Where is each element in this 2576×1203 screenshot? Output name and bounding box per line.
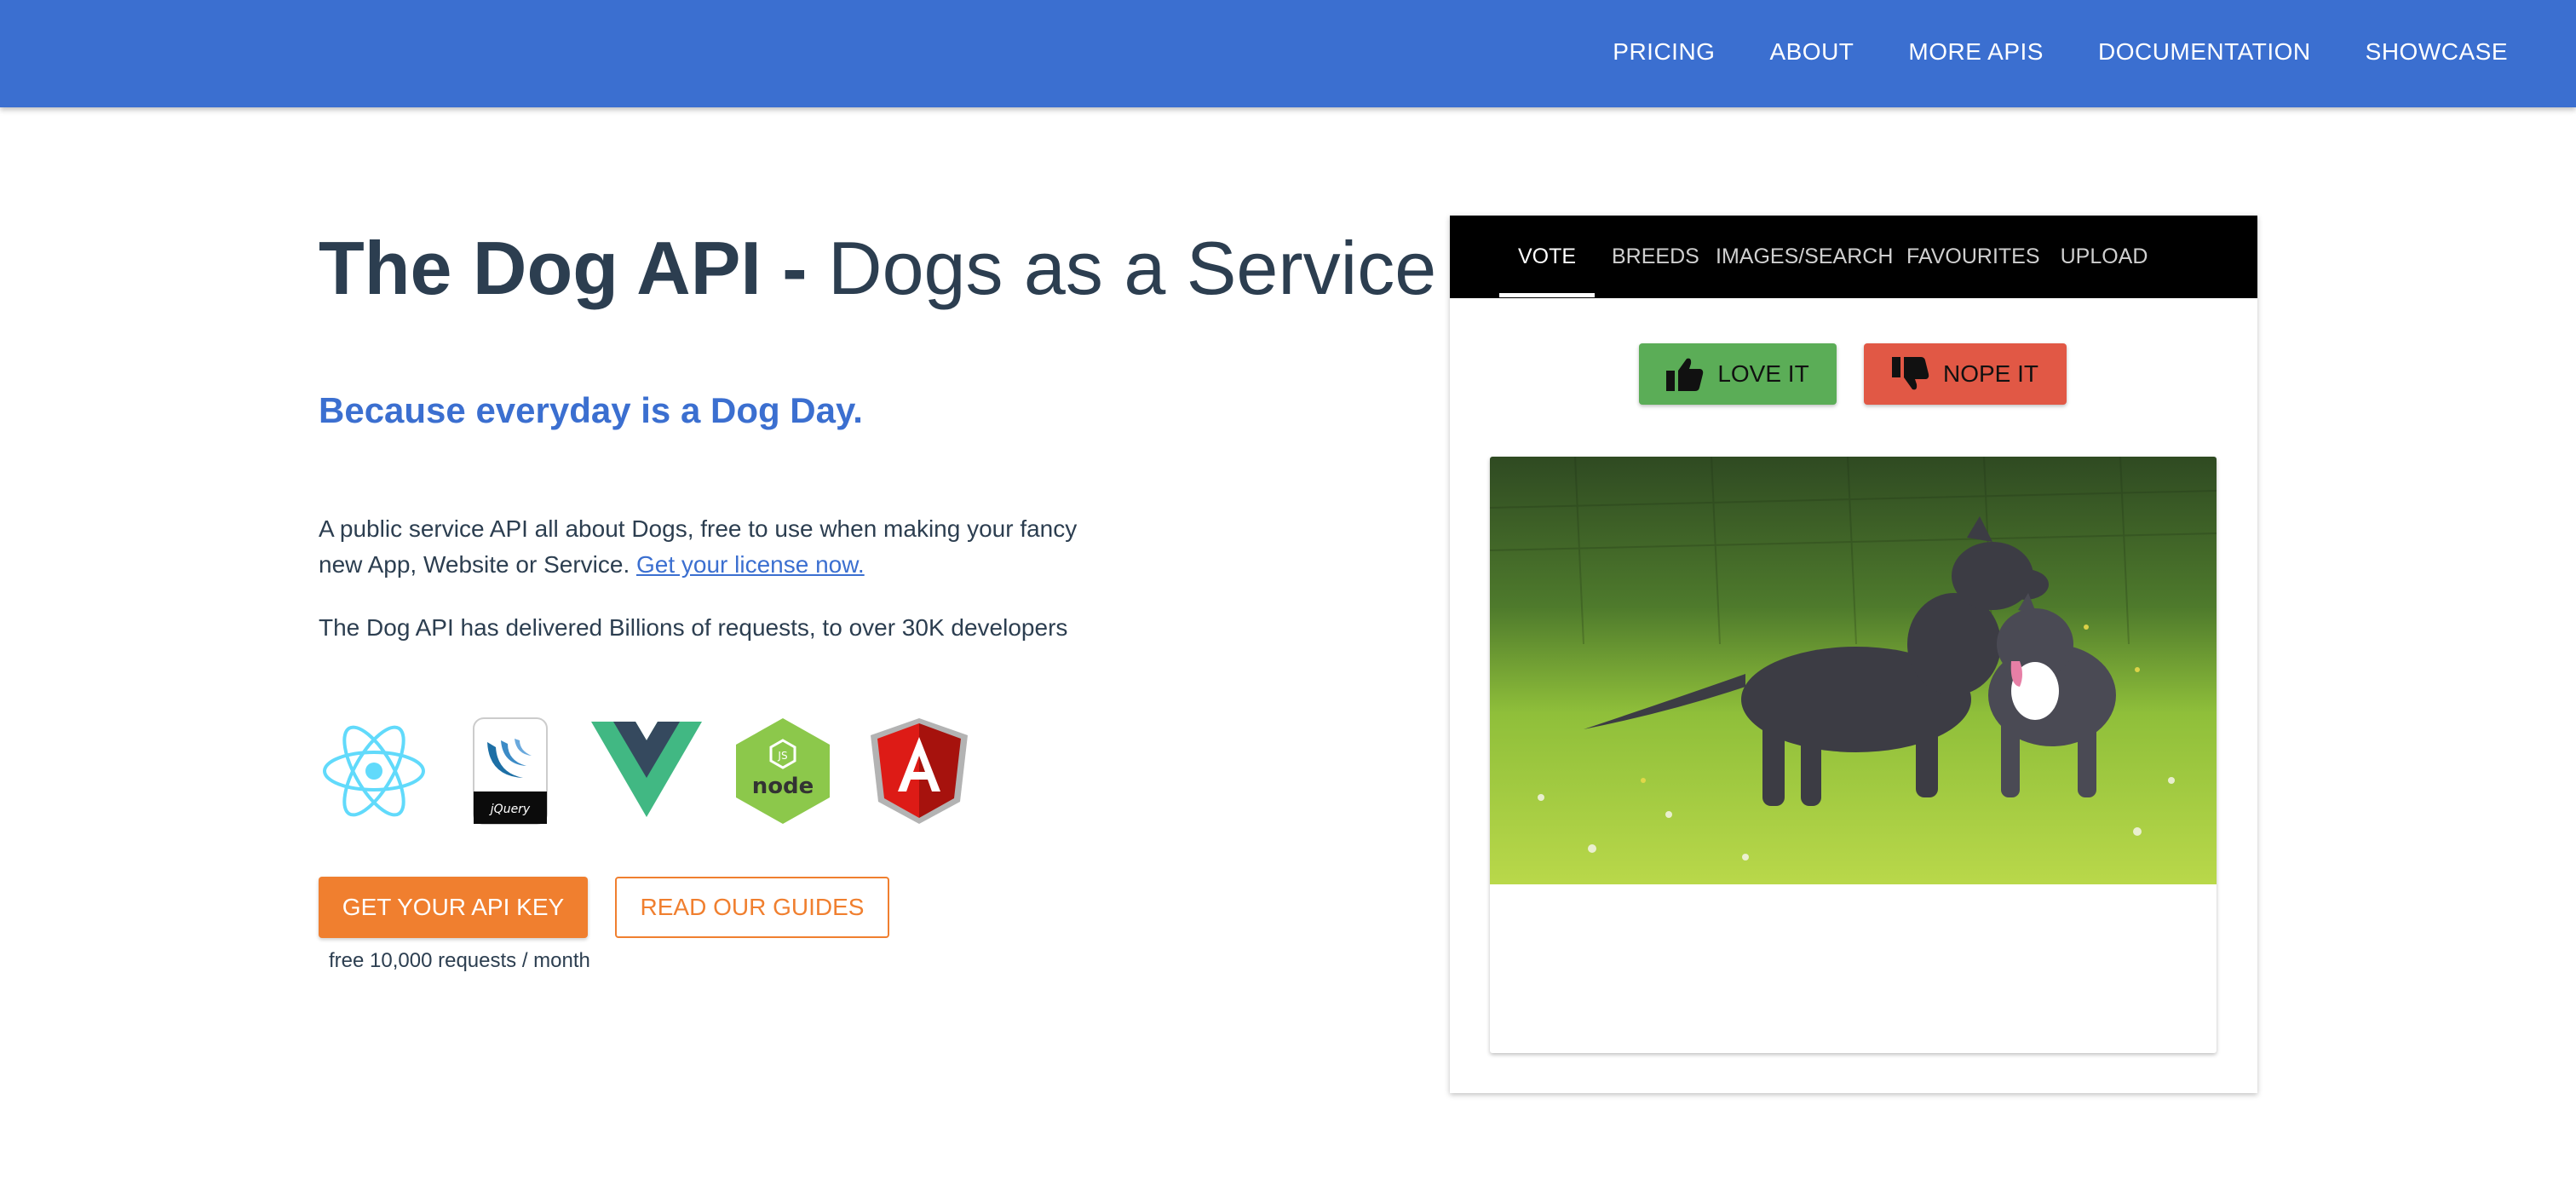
svg-text:node: node	[752, 774, 814, 799]
nav-link-more-apis[interactable]: MORE APIS	[1908, 38, 2044, 66]
page-title-light: Dogs as a Service	[828, 226, 1437, 310]
vue-logo	[591, 716, 702, 826]
nav-link-pricing[interactable]: PRICING	[1613, 38, 1715, 66]
description: A public service API all about Dogs, fre…	[319, 511, 1085, 583]
thumbs-down-icon	[1891, 357, 1929, 391]
love-it-button[interactable]: LOVE IT	[1639, 343, 1837, 405]
top-navbar: PRICING ABOUT MORE APIS DOCUMENTATION SH…	[0, 0, 2576, 107]
react-logo	[319, 716, 429, 826]
nav-link-documentation[interactable]: DOCUMENTATION	[2098, 38, 2311, 66]
nav-link-about[interactable]: ABOUT	[1769, 38, 1854, 66]
tab-vote[interactable]: VOTE	[1499, 216, 1595, 298]
vote-panel: VOTE BREEDS IMAGES/SEARCH FAVOURITES UPL…	[1450, 216, 2257, 1093]
page-title: The Dog API - Dogs as a Service	[319, 213, 1436, 324]
framework-logos: jQuery JS node	[319, 716, 1000, 826]
nope-it-button[interactable]: NOPE IT	[1864, 343, 2067, 405]
panel-tabs: VOTE BREEDS IMAGES/SEARCH FAVOURITES UPL…	[1450, 216, 2257, 298]
hero-section: The Dog API - Dogs as a Service	[319, 213, 1436, 324]
free-requests-note: free 10,000 requests / month	[329, 949, 590, 972]
svg-text:JS: JS	[777, 750, 787, 762]
get-api-key-button[interactable]: GET YOUR API KEY	[319, 877, 588, 938]
tab-favourites[interactable]: FAVOURITES	[1906, 216, 2040, 298]
dog-photo-card	[1490, 457, 2217, 1053]
page-title-bold: The Dog API -	[319, 226, 808, 310]
thumbs-up-icon	[1666, 357, 1704, 391]
nodejs-logo: JS node	[727, 716, 838, 826]
delivered-stat: The Dog API has delivered Billions of re…	[319, 614, 1068, 641]
angular-logo	[864, 716, 975, 826]
dog-photo	[1490, 457, 2217, 884]
nav-link-showcase[interactable]: SHOWCASE	[2366, 38, 2508, 66]
active-tab-indicator	[1499, 293, 1595, 297]
tagline: Because everyday is a Dog Day.	[319, 390, 863, 430]
jquery-logo: jQuery	[455, 716, 566, 826]
tab-images-search[interactable]: IMAGES/SEARCH	[1716, 216, 1893, 298]
love-it-label: LOVE IT	[1717, 360, 1809, 387]
top-nav-links: PRICING ABOUT MORE APIS DOCUMENTATION SH…	[1558, 0, 2508, 104]
nope-it-label: NOPE IT	[1942, 360, 2038, 387]
license-link[interactable]: Get your license now.	[636, 551, 865, 578]
tab-upload[interactable]: UPLOAD	[2055, 216, 2153, 298]
svg-text:jQuery: jQuery	[489, 803, 531, 816]
read-guides-button[interactable]: READ OUR GUIDES	[615, 877, 889, 938]
tab-breeds[interactable]: BREEDS	[1612, 216, 1699, 298]
